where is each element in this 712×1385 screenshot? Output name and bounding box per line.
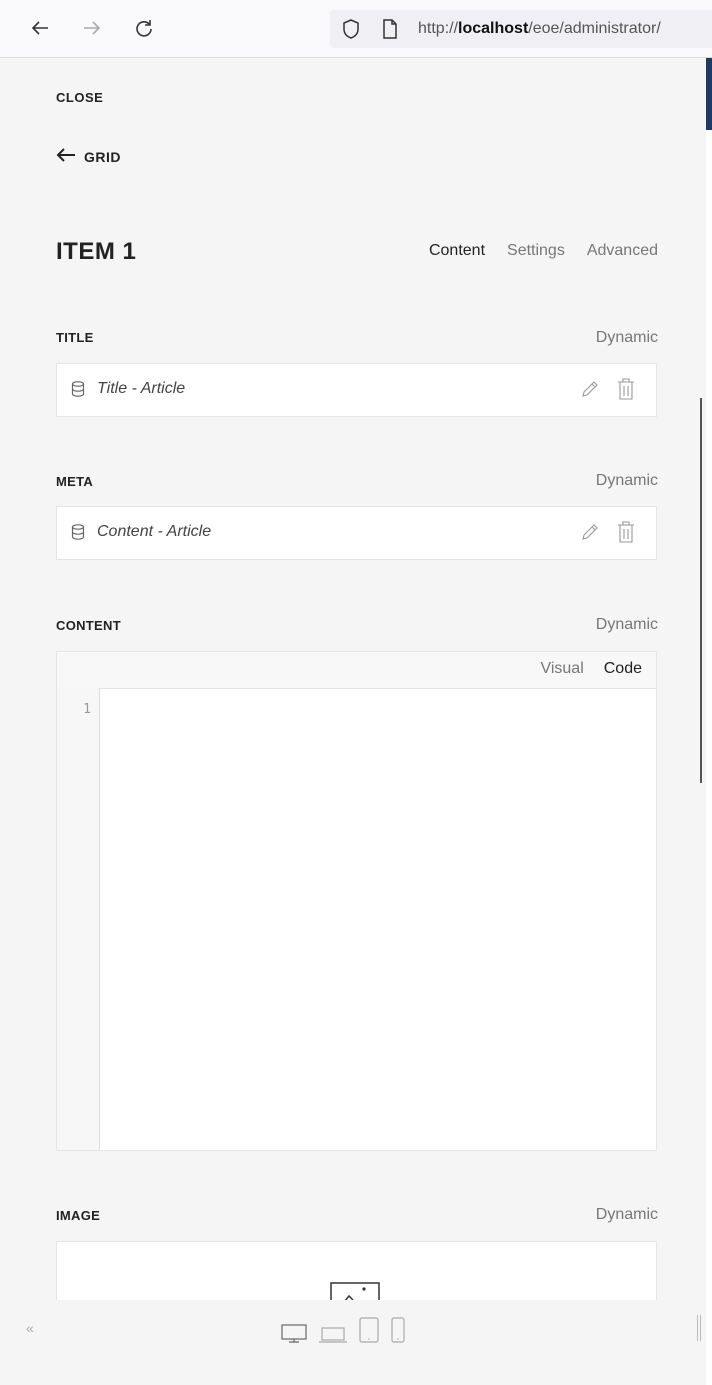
title-field[interactable]: Title - Article <box>56 363 657 417</box>
customizer-panel: CLOSE GRID ITEM 1 Content Settings Advan… <box>0 58 706 1300</box>
page-title: ITEM 1 <box>56 238 137 265</box>
code-textarea[interactable] <box>100 688 656 1150</box>
url-text: http://localhost/eoe/administrator/ <box>418 20 661 37</box>
phone-icon[interactable] <box>390 1316 406 1349</box>
close-link[interactable]: CLOSE <box>56 90 103 105</box>
arrow-left-icon <box>56 148 76 165</box>
page-icon <box>382 19 398 44</box>
panel-tabs: Content Settings Advanced <box>429 242 658 260</box>
meta-field-value: Content - Article <box>97 523 212 540</box>
line-number-gutter: 1 <box>57 688 100 1150</box>
url-bar[interactable]: http://localhost/eoe/administrator/ <box>330 10 712 48</box>
meta-field[interactable]: Content - Article <box>56 506 657 560</box>
pencil-icon[interactable] <box>580 379 600 404</box>
content-editor: Visual Code 1 <box>56 651 657 1151</box>
collapse-sidebar-icon[interactable]: « <box>26 1320 34 1336</box>
desktop-icon[interactable] <box>280 1322 308 1349</box>
resize-handle[interactable] <box>697 1315 701 1341</box>
back-label: GRID <box>84 148 121 165</box>
preview-accent-bar <box>706 58 712 130</box>
tab-advanced[interactable]: Advanced <box>587 242 658 260</box>
image-placeholder-icon <box>330 1282 380 1300</box>
content-dynamic-toggle[interactable]: Dynamic <box>596 616 658 634</box>
title-dynamic-toggle[interactable]: Dynamic <box>596 329 658 347</box>
tablet-icon[interactable] <box>358 1316 380 1349</box>
pencil-icon[interactable] <box>580 522 600 547</box>
panel-scrollbar[interactable] <box>700 398 702 783</box>
forward-arrow-icon[interactable] <box>80 16 104 40</box>
reload-icon[interactable] <box>132 16 156 40</box>
editor-tab-visual[interactable]: Visual <box>540 660 583 678</box>
line-number: 1 <box>83 702 91 717</box>
image-dropzone[interactable] <box>56 1241 657 1300</box>
laptop-icon[interactable] <box>318 1322 348 1349</box>
back-to-grid-link[interactable]: GRID <box>56 148 121 165</box>
title-field-value: Title - Article <box>97 380 186 397</box>
content-field-label: CONTENT <box>56 618 121 633</box>
trash-icon[interactable] <box>616 377 636 406</box>
tab-settings[interactable]: Settings <box>507 242 565 260</box>
database-icon <box>71 524 85 545</box>
tab-content[interactable]: Content <box>429 242 485 260</box>
trash-icon[interactable] <box>616 520 636 549</box>
browser-toolbar: http://localhost/eoe/administrator/ <box>0 0 712 58</box>
shield-icon <box>342 19 360 44</box>
bottom-toolbar: « <box>0 1300 706 1385</box>
title-field-label: TITLE <box>56 330 94 345</box>
editor-toolbar: Visual Code <box>57 652 656 689</box>
meta-field-label: META <box>56 474 94 489</box>
image-dynamic-toggle[interactable]: Dynamic <box>596 1206 658 1224</box>
preview-area <box>706 58 712 1385</box>
meta-dynamic-toggle[interactable]: Dynamic <box>596 472 658 490</box>
database-icon <box>71 381 85 402</box>
image-field-label: IMAGE <box>56 1208 101 1223</box>
back-arrow-icon[interactable] <box>28 16 52 40</box>
editor-tab-code[interactable]: Code <box>604 660 642 678</box>
